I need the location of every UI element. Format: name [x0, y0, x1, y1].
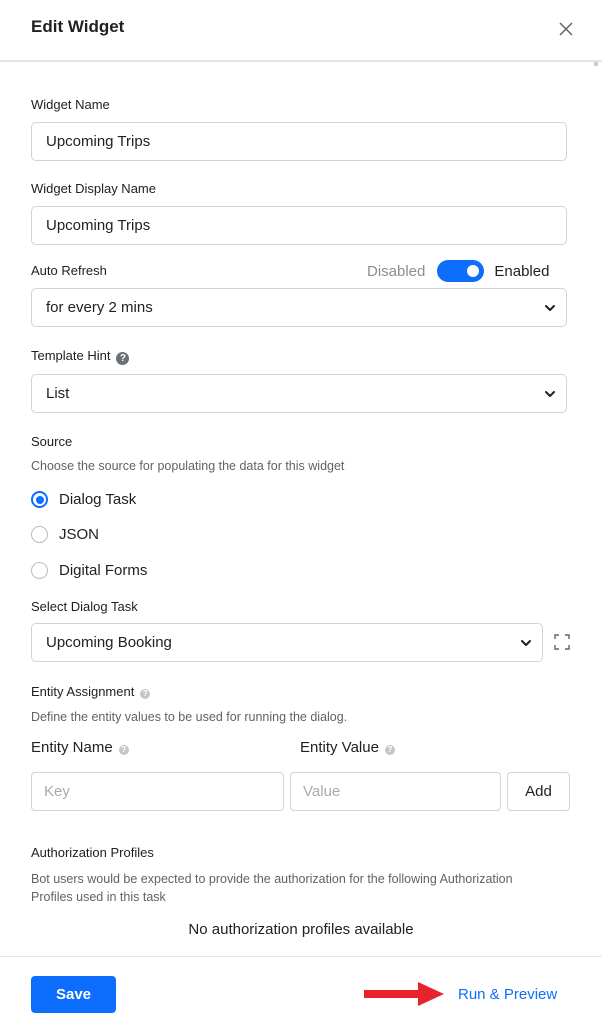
- entity-value-text: Entity Value: [300, 739, 379, 756]
- dialog-task-value: Upcoming Booking: [46, 634, 172, 651]
- entity-value-input[interactable]: [290, 772, 501, 811]
- question-circle-icon[interactable]: ?: [118, 745, 129, 755]
- authorization-label: Authorization Profiles: [31, 845, 154, 860]
- chevron-down-icon: [545, 391, 555, 397]
- save-button[interactable]: Save: [31, 976, 116, 1013]
- dialog-task-select[interactable]: Upcoming Booking: [31, 623, 543, 662]
- source-label: Source: [31, 434, 73, 449]
- question-circle-icon[interactable]: ?: [140, 689, 151, 699]
- source-option-digital-forms[interactable]: Digital Forms: [31, 562, 147, 579]
- auto-refresh-label: Auto Refresh: [31, 263, 107, 278]
- radio-label: Digital Forms: [59, 562, 148, 579]
- chevron-down-icon: [521, 640, 531, 646]
- add-entity-button[interactable]: Add: [507, 772, 570, 811]
- scrollbar[interactable]: [594, 62, 598, 66]
- toggle-disabled-label: Disabled: [367, 262, 426, 280]
- source-option-dialog-task[interactable]: Dialog Task: [31, 491, 136, 508]
- no-profiles-message: No authorization profiles available: [188, 921, 414, 938]
- auto-refresh-toggle[interactable]: [437, 260, 485, 282]
- auto-refresh-value: for every 2 mins: [46, 299, 153, 316]
- entity-name-header: Entity Name?: [31, 739, 129, 756]
- template-hint-value: List: [46, 385, 70, 402]
- entity-value-header: Entity Value?: [300, 739, 395, 756]
- entity-assignment-text: Entity Assignment: [31, 684, 135, 699]
- auto-refresh-select[interactable]: for every 2 mins: [31, 288, 567, 327]
- entity-assignment-label: Entity Assignment?: [31, 684, 151, 699]
- radio-button[interactable]: [31, 491, 48, 508]
- run-preview-link[interactable]: Run & Preview: [458, 986, 557, 1003]
- entity-assignment-description: Define the entity values to be used for …: [31, 710, 348, 724]
- dialog-header: Edit Widget: [0, 0, 602, 62]
- dialog-footer: Save Run & Preview: [0, 956, 602, 1024]
- entity-name-text: Entity Name: [31, 739, 113, 756]
- radio-label: JSON: [59, 526, 100, 543]
- template-hint-select[interactable]: List: [31, 374, 567, 413]
- display-name-input[interactable]: Upcoming Trips: [31, 206, 567, 245]
- radio-button[interactable]: [31, 526, 48, 543]
- radio-label: Dialog Task: [59, 491, 137, 508]
- display-name-value: Upcoming Trips: [46, 217, 151, 234]
- authorization-description: Bot users would be expected to provide t…: [31, 872, 513, 904]
- toggle-knob: [467, 265, 480, 277]
- template-hint-text: Template Hint: [31, 348, 111, 363]
- chevron-down-icon: [545, 305, 555, 311]
- display-name-label: Widget Display Name: [31, 181, 156, 196]
- source-option-json[interactable]: JSON: [31, 526, 99, 543]
- template-hint-label: Template Hint?: [31, 348, 130, 365]
- toggle-enabled-label: Enabled: [494, 262, 550, 280]
- radio-button[interactable]: [31, 562, 48, 579]
- dialog-title: Edit Widget: [31, 17, 125, 36]
- question-circle-icon[interactable]: ?: [384, 745, 395, 755]
- widget-name-label: Widget Name: [31, 97, 110, 112]
- auto-refresh-toggle-group: Disabled Enabled: [367, 260, 549, 282]
- expand-icon[interactable]: [554, 634, 570, 650]
- red-arrow-annotation-icon: [364, 982, 444, 1006]
- close-icon[interactable]: [556, 19, 576, 39]
- entity-key-input[interactable]: [31, 772, 284, 811]
- widget-name-value: Upcoming Trips: [46, 133, 151, 150]
- dialog-task-label: Select Dialog Task: [31, 599, 138, 614]
- widget-name-input[interactable]: Upcoming Trips: [31, 122, 567, 161]
- source-description: Choose the source for populating the dat…: [31, 459, 345, 473]
- question-circle-icon[interactable]: ?: [116, 352, 130, 365]
